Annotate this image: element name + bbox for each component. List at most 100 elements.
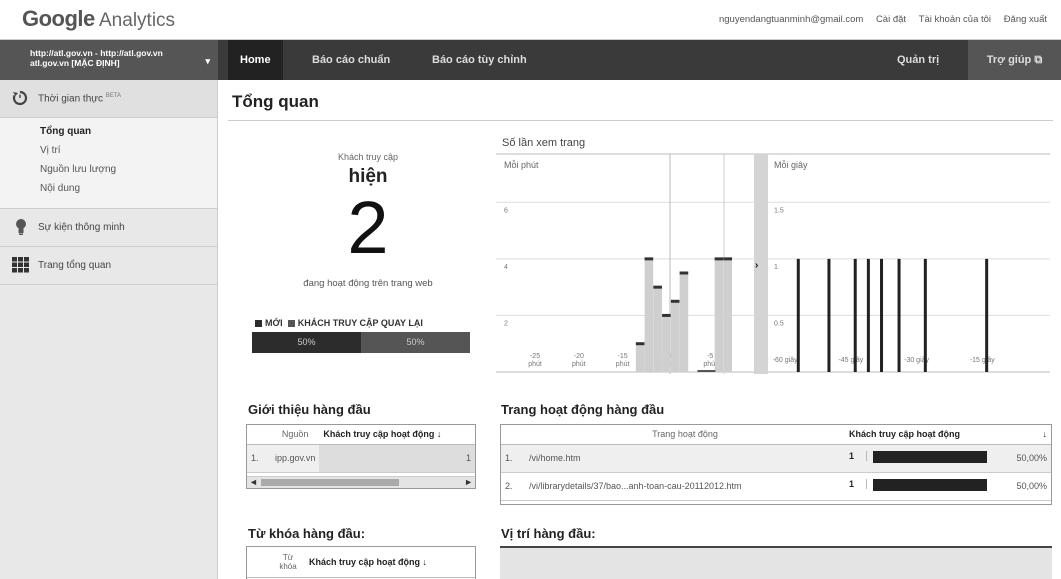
top-locations-title: Vị trí hàng đầu:: [501, 526, 596, 541]
sidebar-item-locations[interactable]: Vị trí: [40, 145, 217, 164]
scroll-left-icon[interactable]: ◄: [249, 477, 258, 487]
row-active: 1 50,00%: [845, 472, 1051, 501]
top-bar: Google Analytics nguyendangtuanminh@gmai…: [0, 0, 1061, 40]
active-visitors-header[interactable]: Khách truy cập hoạt động ↓: [845, 425, 1051, 445]
intelligence-events-label: Sự kiện thông minh: [38, 222, 125, 233]
top-keywords-title: Từ khóa hàng đầu:: [248, 526, 366, 541]
minute-x-tick: -25: [530, 353, 540, 360]
returning-swatch: [287, 320, 295, 328]
minute-bar[interactable]: [653, 287, 662, 372]
tab-home[interactable]: Home: [228, 40, 283, 80]
minute-y-tick: 4: [504, 264, 508, 271]
user-email: nguyendangtuanminh@gmail.com: [718, 14, 864, 25]
top-referrals-title: Giới thiệu hàng đầu: [248, 402, 371, 417]
sidebar-item-realtime[interactable]: Thời gian thực BETA: [0, 80, 217, 118]
second-bar[interactable]: [796, 258, 800, 372]
tab-standard-reports[interactable]: Báo cáo chuẩn: [300, 40, 402, 80]
settings-link[interactable]: Cài đặt: [876, 14, 906, 25]
minute-x-tick-unit: phút: [572, 361, 586, 368]
dashboards-label: Trang tổng quan: [38, 260, 112, 271]
table-row[interactable]: 2. /vi/librarydetails/37/bao...anh-toan-…: [501, 472, 1051, 501]
row-pct: 50,00%: [1016, 453, 1047, 463]
help-link[interactable]: Trợ giúp ⧉: [968, 40, 1061, 80]
realtime-submenu: Tổng quan Vị trí Nguồn lưu lượng Nội dun…: [0, 118, 217, 209]
source-header[interactable]: Nguồn: [271, 425, 320, 445]
table-row[interactable]: 1. ipp.gov.vn 1: [247, 444, 475, 473]
minute-bar[interactable]: [723, 258, 733, 372]
legend-new: MỚI: [265, 318, 283, 328]
second-bar[interactable]: [866, 258, 870, 372]
scroll-thumb[interactable]: [261, 479, 399, 486]
top-referrals-table: Nguồn Khách truy cập hoạt động ↓ 1. ipp.…: [246, 424, 476, 489]
row-index: 1.: [501, 444, 525, 473]
row-bar: [873, 451, 987, 463]
second-bar[interactable]: [897, 258, 901, 372]
sign-out-link[interactable]: Đăng xuất: [1004, 14, 1047, 25]
account-links: nguyendangtuanminh@gmail.com Cài đặt Tài…: [709, 14, 1047, 25]
minute-bar[interactable]: [635, 343, 645, 372]
sidebar-item-traffic-sources[interactable]: Nguồn lưu lượng: [40, 164, 217, 183]
table-row[interactable]: 1. /vi/home.htm 1 50,00%: [501, 444, 1051, 473]
lightbulb-icon: [16, 219, 26, 235]
row-value: 1: [319, 444, 475, 473]
my-account-link[interactable]: Tài khoản của tôi: [919, 14, 991, 25]
row-index: 2.: [501, 472, 525, 501]
second-bar[interactable]: [853, 258, 857, 372]
account-profile: atl.gov.vn [MẶC ĐỊNH]: [30, 58, 120, 68]
active-visitors-header[interactable]: Khách truy cập hoạt động ↓: [305, 547, 475, 578]
new-visitors-segment: 50%: [252, 332, 361, 353]
active-visitors-header[interactable]: Khách truy cập hoạt động ↓: [319, 425, 475, 445]
top-pages-title: Trang hoạt động hàng đầu: [501, 402, 665, 417]
sidebar-item-content[interactable]: Nội dung: [40, 183, 217, 202]
minute-bar[interactable]: [644, 258, 654, 372]
row-page[interactable]: /vi/home.htm: [525, 444, 845, 473]
pageviews-chart-title: Số lần xem trang: [502, 137, 586, 149]
minute-x-tick: -15: [618, 353, 628, 360]
second-bar[interactable]: [880, 258, 884, 372]
row-source[interactable]: ipp.gov.vn: [271, 444, 320, 473]
clock-icon: [12, 90, 28, 106]
row-index: 1.: [247, 444, 271, 473]
index-header: [247, 425, 271, 445]
sort-down-icon[interactable]: ↓: [1043, 429, 1048, 439]
sidebar-item-overview[interactable]: Tổng quan: [40, 126, 217, 145]
active-visitors-header-label: Khách truy cập hoạt động: [849, 429, 961, 440]
account-url: http://atl.gov.vn - http://atl.gov.vn: [30, 48, 163, 58]
page-title: Tổng quan: [232, 92, 319, 111]
sidebar-item-dashboards[interactable]: Trang tổng quan: [0, 247, 217, 285]
per-second-label: Mỗi giây: [774, 160, 808, 170]
keyword-header[interactable]: Từ khóa: [271, 547, 305, 578]
minute-bar[interactable]: [662, 315, 671, 372]
active-on-site-label: đang hoạt động trên trang web: [303, 278, 433, 289]
minute-bar[interactable]: [670, 301, 680, 372]
sidebar-item-intelligence-events[interactable]: Sự kiện thông minh: [0, 209, 217, 247]
minute-bar[interactable]: [679, 273, 689, 372]
visitors-label: Khách truy cập: [337, 152, 399, 162]
logo-google-text: Google: [22, 6, 95, 31]
second-y-tick: 1.5: [774, 207, 784, 214]
account-selector[interactable]: http://atl.gov.vn - http://atl.gov.vn at…: [0, 40, 218, 80]
per-minute-label: Mỗi phút: [504, 160, 539, 170]
page-header[interactable]: Trang hoạt động: [525, 425, 845, 445]
top-keywords-table: Từ khóa Khách truy cập hoạt động ↓: [246, 546, 476, 579]
second-bar[interactable]: [923, 258, 927, 372]
admin-link[interactable]: Quản trị: [885, 40, 951, 80]
google-analytics-logo[interactable]: Google Analytics: [22, 6, 175, 32]
index-header: [247, 547, 271, 578]
beta-badge: BETA: [105, 93, 121, 99]
grid-icon: [12, 257, 29, 273]
pageviews-chart: 642-25phút-20phút-15phút-10phút-5phút 1.…: [496, 152, 1050, 374]
minute-bar-cap: [635, 342, 645, 346]
row-page[interactable]: /vi/librarydetails/37/bao...anh-toan-cau…: [525, 472, 845, 501]
second-bar[interactable]: [985, 258, 989, 372]
second-y-tick: 0.5: [774, 320, 784, 327]
returning-visitors-segment: 50%: [361, 332, 470, 353]
minute-bar-baseline: [697, 370, 716, 372]
row-active: 1 50,00%: [845, 444, 1051, 473]
minute-bar[interactable]: [714, 258, 724, 372]
second-x-tick: -15 giây: [970, 357, 995, 364]
second-bar[interactable]: [827, 258, 831, 372]
scroll-right-icon[interactable]: ►: [464, 477, 473, 487]
tab-custom-reports[interactable]: Báo cáo tùy chỉnh: [420, 40, 539, 80]
horizontal-scrollbar[interactable]: ◄ ►: [247, 476, 475, 488]
